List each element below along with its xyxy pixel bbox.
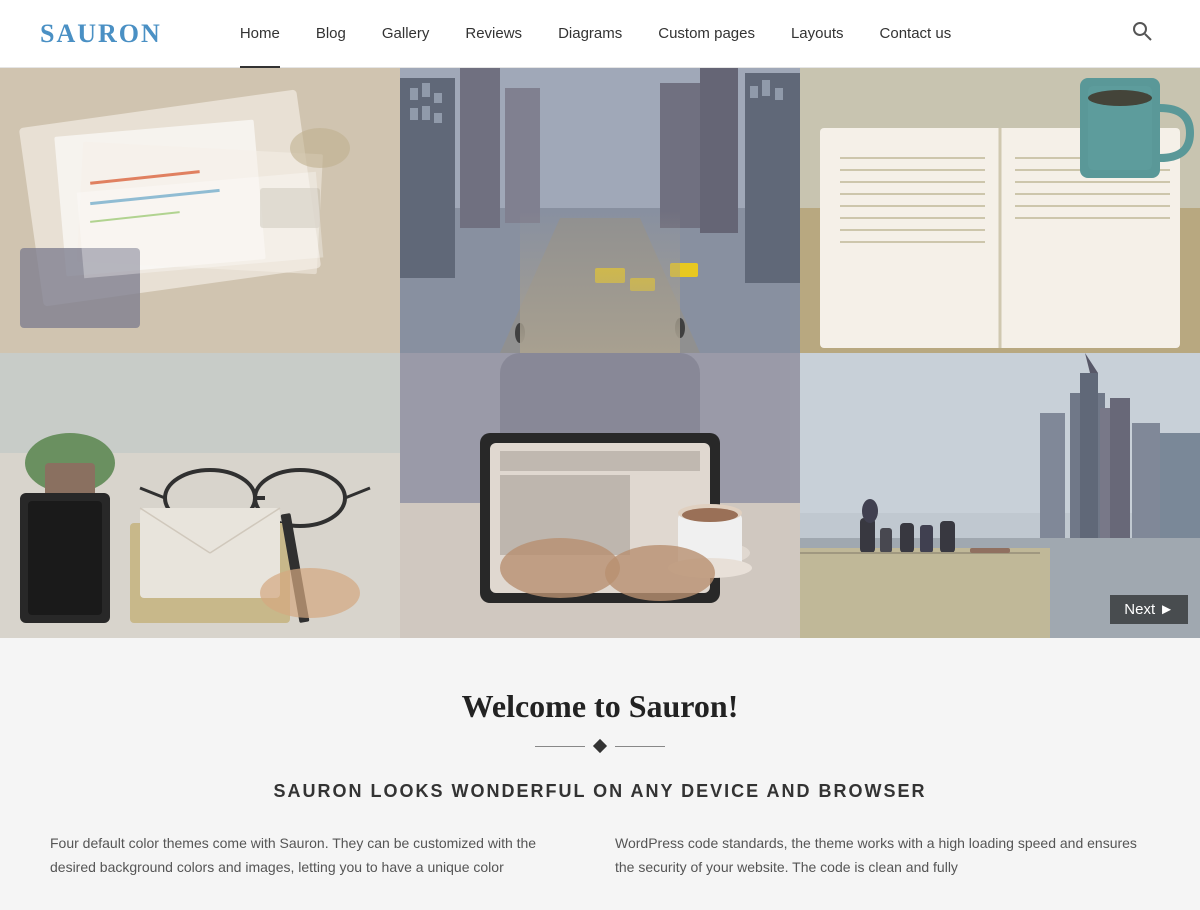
- gallery-cell-5: [400, 353, 800, 638]
- gallery-cell-4: [0, 353, 400, 638]
- divider-line-right: [615, 746, 665, 747]
- welcome-columns: Four default color themes come with Saur…: [50, 832, 1150, 880]
- welcome-col2: WordPress code standards, the theme work…: [615, 832, 1150, 880]
- site-logo[interactable]: SAURON: [40, 19, 162, 49]
- welcome-section: Welcome to Sauron! SAURON LOOKS WONDERFU…: [0, 638, 1200, 910]
- gallery-image-city: [400, 68, 800, 353]
- gallery-cell-1: [0, 68, 400, 353]
- nav-layouts[interactable]: Layouts: [773, 0, 862, 68]
- next-label: Next: [1124, 601, 1155, 618]
- gallery-cell-2: [400, 68, 800, 353]
- nav-reviews[interactable]: Reviews: [447, 0, 540, 68]
- gallery-image-tablet: [400, 353, 800, 638]
- welcome-col1: Four default color themes come with Saur…: [50, 832, 585, 880]
- main-nav: Home Blog Gallery Reviews Diagrams Custo…: [222, 0, 1124, 68]
- title-divider: [40, 741, 1160, 751]
- gallery-image-workspace: [0, 353, 400, 638]
- gallery-cell-6: Next ►: [800, 353, 1200, 638]
- gallery-image-book-coffee: [800, 68, 1200, 353]
- nav-diagrams[interactable]: Diagrams: [540, 0, 640, 68]
- divider-line-left: [535, 746, 585, 747]
- gallery-image-desk: [0, 68, 400, 353]
- sub-heading: SAURON LOOKS WONDERFUL ON ANY DEVICE AND…: [40, 781, 1160, 802]
- next-arrow-icon: ►: [1159, 601, 1174, 618]
- welcome-title: Welcome to Sauron!: [40, 688, 1160, 725]
- nav-contact-us[interactable]: Contact us: [862, 0, 970, 68]
- search-button[interactable]: [1124, 13, 1160, 55]
- photo-gallery-grid: Next ►: [0, 68, 1200, 638]
- nav-gallery[interactable]: Gallery: [364, 0, 448, 68]
- logo-text: AURON: [56, 19, 161, 48]
- search-icon: [1132, 21, 1152, 41]
- gallery-cell-3: [800, 68, 1200, 353]
- nav-custom-pages[interactable]: Custom pages: [640, 0, 773, 68]
- divider-diamond: [593, 739, 607, 753]
- next-button[interactable]: Next ►: [1110, 595, 1188, 624]
- nav-blog[interactable]: Blog: [298, 0, 364, 68]
- site-header: SAURON Home Blog Gallery Reviews Diagram…: [0, 0, 1200, 68]
- nav-home[interactable]: Home: [222, 0, 298, 68]
- logo-accent: S: [40, 19, 56, 48]
